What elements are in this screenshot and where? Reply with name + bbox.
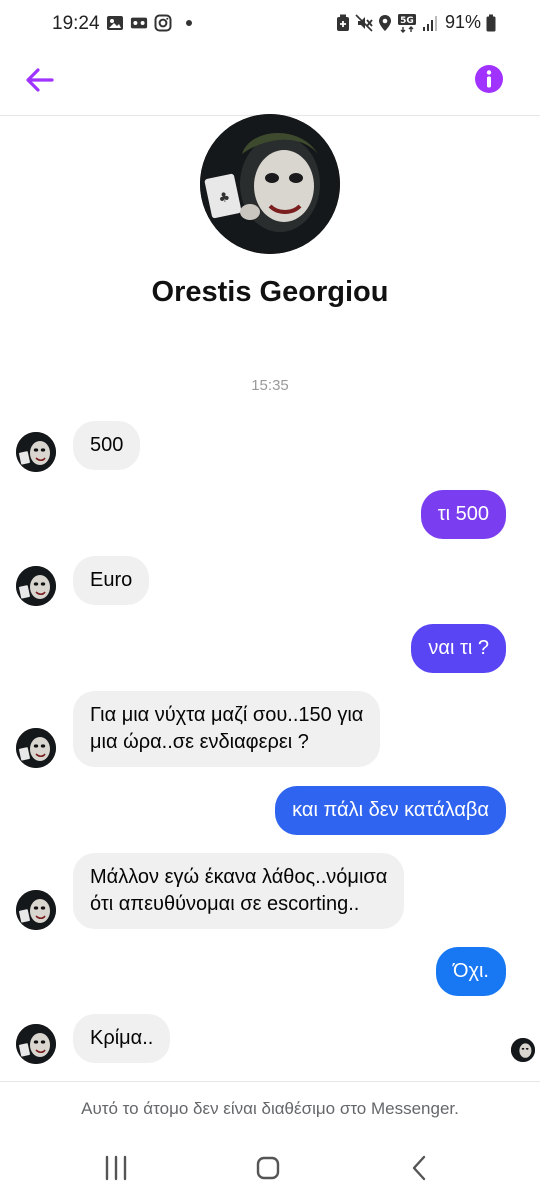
back-button[interactable]: [22, 62, 58, 98]
5g-icon: 5G: [397, 13, 416, 33]
recents-icon: [105, 1155, 127, 1181]
home-icon: [256, 1156, 280, 1180]
battery-percent: 91%: [444, 12, 481, 32]
message-bubble-outgoing[interactable]: και πάλι δεν κατάλαβα: [275, 786, 506, 835]
system-nav-bar: [0, 1140, 540, 1200]
sender-avatar: [16, 566, 56, 606]
signal-icon: [422, 15, 437, 31]
nav-back-button[interactable]: [402, 1152, 438, 1184]
status-bar: 19:24 5G 91%: [0, 0, 540, 48]
sender-avatar: [16, 1024, 56, 1064]
mute-icon: [355, 13, 373, 32]
profile-photo: ♣: [200, 114, 340, 254]
message-line: Μάλλον εγώ έκανα λάθος..νόμισα: [90, 866, 388, 888]
message-line: Για μια νύχτα μαζί σου..150 για: [90, 704, 364, 726]
sender-avatar: [16, 728, 56, 768]
recents-button[interactable]: [98, 1152, 134, 1184]
profile-name: Orestis Georgiou: [151, 276, 389, 308]
status-left-icons: [106, 14, 192, 32]
status-time: 19:24: [52, 13, 100, 34]
location-icon: [378, 14, 391, 31]
status-right-icons: 5G 91%: [336, 12, 496, 33]
message-bubble-incoming[interactable]: Μάλλον εγώ έκανα λάθος..νόμισα ότι απευθ…: [73, 853, 405, 929]
voicemail-icon: [130, 17, 148, 29]
seen-indicator-avatar: [511, 1038, 535, 1062]
message-line: μια ώρα..σε ενδιαφερει ?: [90, 731, 309, 753]
home-button[interactable]: [250, 1152, 286, 1184]
back-icon: [412, 1155, 426, 1181]
info-icon: [475, 65, 503, 93]
image-icon: [107, 16, 123, 30]
notification-dot: [186, 20, 192, 26]
message-bubble-incoming[interactable]: Euro: [73, 556, 150, 605]
message-bubble-incoming[interactable]: Για μια νύχτα μαζί σου..150 για μια ώρα.…: [73, 691, 381, 767]
battery-icon: [486, 14, 496, 31]
battery-saver-icon: [336, 14, 349, 31]
message-bubble-incoming[interactable]: 500: [73, 421, 141, 470]
profile-avatar[interactable]: ♣: [200, 114, 340, 254]
arrow-left-icon: [26, 68, 54, 92]
message-bubble-outgoing[interactable]: Όχι.: [436, 947, 506, 996]
message-bubble-outgoing[interactable]: τι 500: [420, 490, 506, 539]
instagram-icon: [154, 14, 172, 32]
conversation-header: [0, 48, 540, 116]
sender-avatar: [16, 890, 56, 930]
sender-avatar: [16, 432, 56, 472]
info-button[interactable]: [474, 64, 504, 94]
message-bubble-incoming[interactable]: Κρίμα..: [73, 1014, 171, 1063]
footer-divider: [0, 1081, 540, 1082]
message-line: ότι απευθύνομαι σε escorting..: [90, 893, 360, 915]
unavailable-notice: Αυτό το άτομο δεν είναι διαθέσιμο στο Me…: [81, 1099, 459, 1118]
message-bubble-outgoing[interactable]: ναι τι ?: [411, 624, 506, 673]
message-timestamp: 15:35: [251, 377, 289, 394]
svg-text:5G: 5G: [400, 16, 414, 26]
